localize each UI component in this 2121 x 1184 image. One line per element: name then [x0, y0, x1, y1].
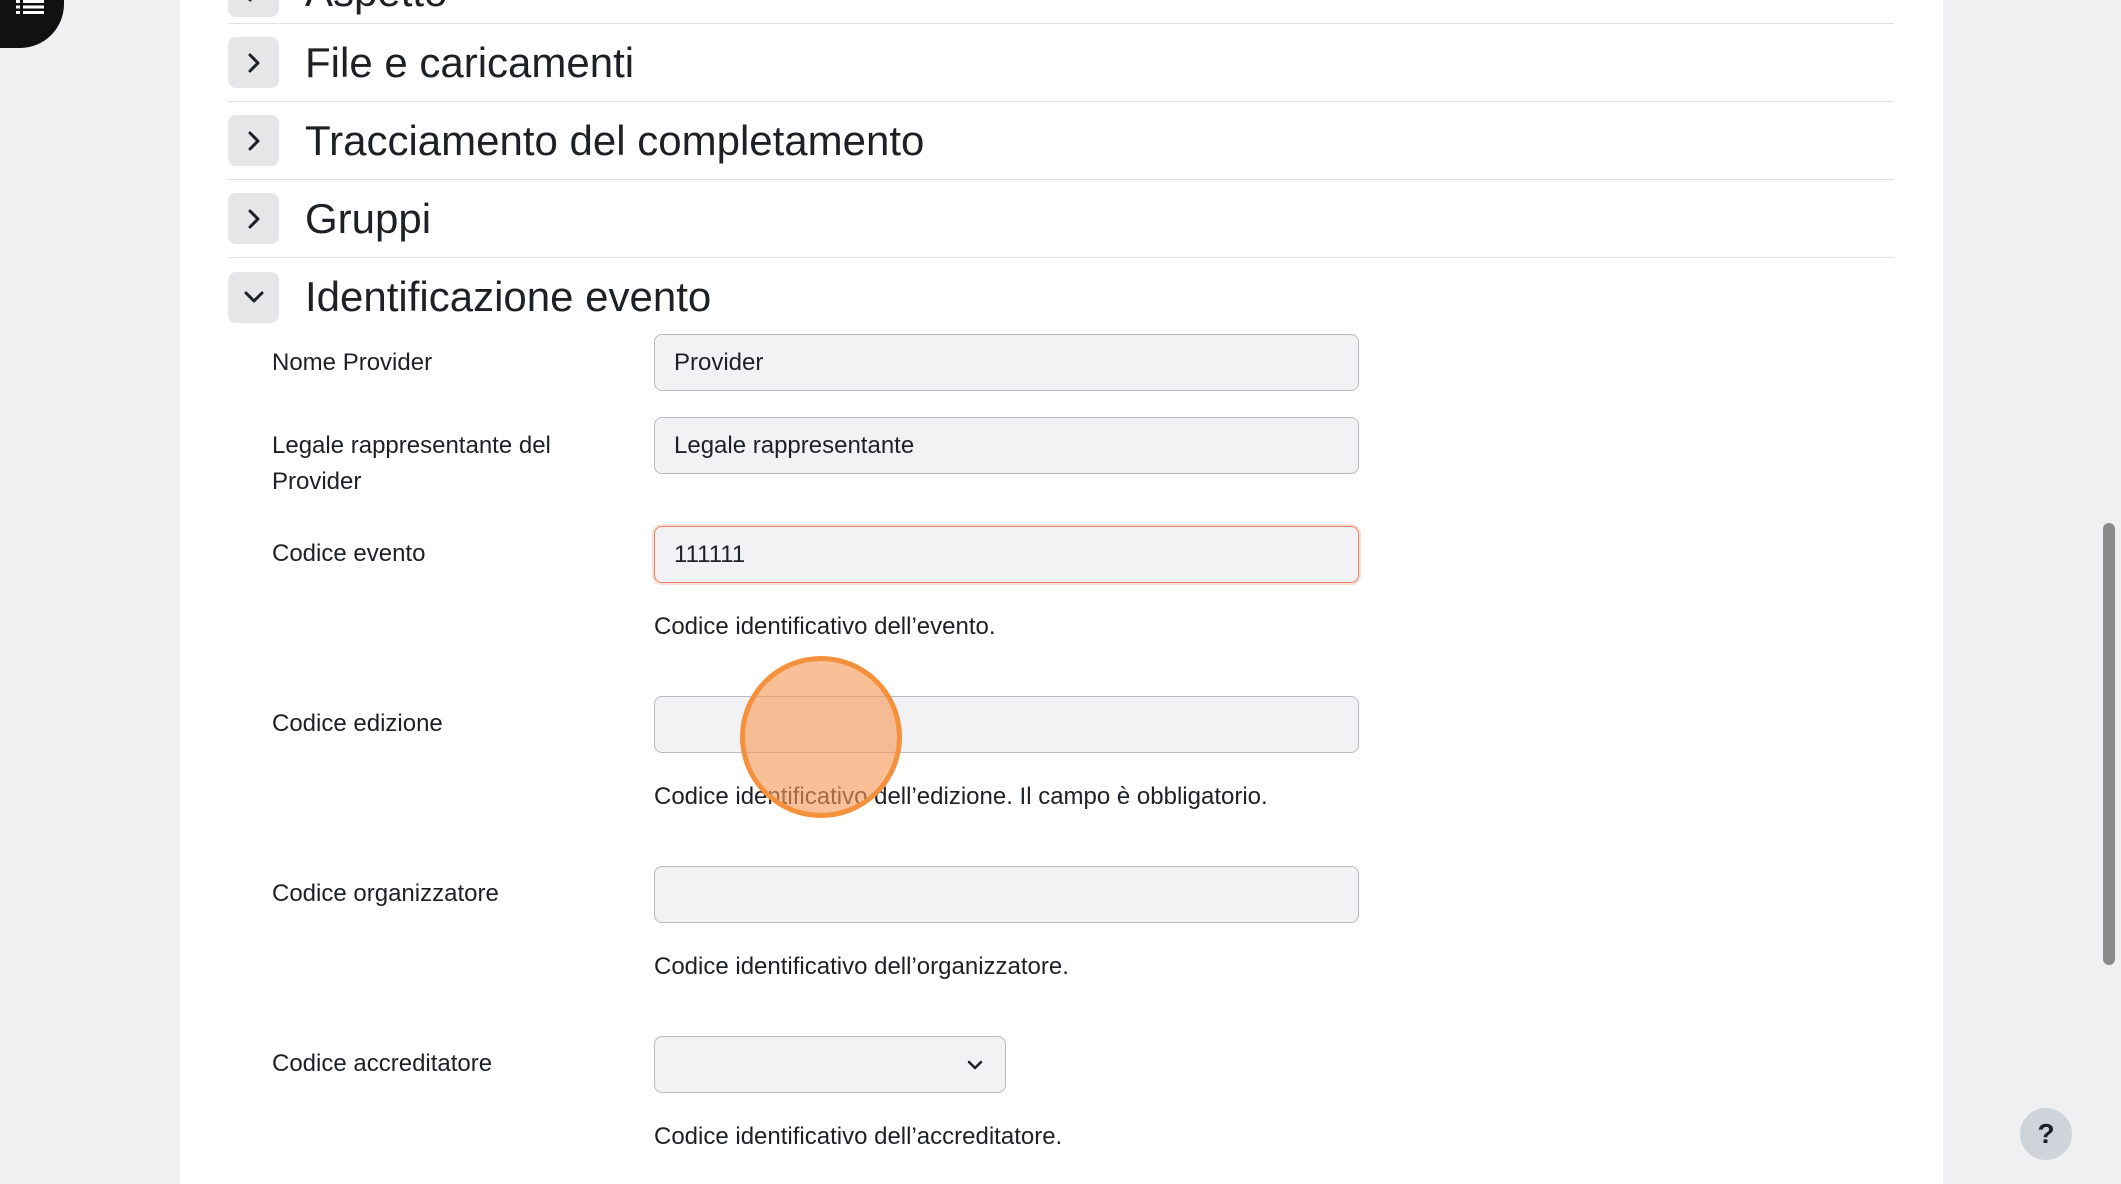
legal-rep-label: Legale rappresentante del Provider [272, 432, 551, 495]
event-code-help: Codice identificativo dell’evento. [654, 613, 996, 640]
organizer-code-input[interactable] [654, 866, 1359, 923]
chevron-down-icon [967, 1060, 983, 1070]
section-toggle-button[interactable] [228, 0, 279, 17]
accreditor-code-select[interactable] [654, 1036, 1006, 1093]
section-toggle-button[interactable] [228, 271, 279, 323]
section-files: File e caricamenti [228, 24, 1894, 102]
section-groups: Gruppi [228, 180, 1894, 258]
provider-name-input[interactable] [654, 334, 1359, 391]
section-appearance: Aspetto [228, 0, 1894, 24]
edition-code-label: Codice edizione [272, 710, 443, 737]
event-code-label: Codice evento [272, 540, 426, 567]
provider-name-label: Nome Provider [272, 349, 433, 376]
chevron-right-icon [248, 209, 259, 228]
section-completion: Tracciamento del completamento [228, 102, 1894, 180]
section-toggle-button[interactable] [228, 115, 279, 166]
edition-code-input[interactable] [654, 696, 1359, 753]
organizer-code-help: Codice identificativo dell’organizzatore… [654, 953, 1069, 980]
organizer-code-label: Codice organizzatore [272, 880, 499, 907]
scrollbar-thumb[interactable] [2103, 523, 2115, 965]
chevron-right-icon [248, 0, 252, 1]
section-title[interactable]: Tracciamento del completamento [305, 119, 924, 162]
legal-rep-input[interactable] [654, 417, 1359, 474]
section-toggle-button[interactable] [228, 193, 279, 244]
chevron-down-icon [244, 291, 263, 303]
section-event-identification: Identificazione evento [228, 258, 1894, 336]
help-button[interactable]: ? [2020, 1108, 2072, 1160]
accreditor-code-help: Codice identificativo dell’accreditatore… [654, 1123, 1063, 1150]
section-title: Aspetto [305, 0, 447, 13]
event-code-input[interactable] [654, 526, 1359, 583]
chevron-right-icon [248, 53, 259, 72]
list-icon [16, 0, 44, 14]
section-title[interactable]: Identificazione evento [305, 276, 711, 318]
accreditor-code-label: Codice accreditatore [272, 1050, 493, 1077]
section-title[interactable]: File e caricamenti [305, 41, 634, 84]
chevron-right-icon [248, 131, 259, 150]
course-index-toggle[interactable] [0, 0, 64, 48]
edition-code-help: Codice identificativo dell’edizione. Il … [654, 783, 1268, 810]
section-toggle-button[interactable] [228, 37, 279, 88]
section-title[interactable]: Gruppi [305, 197, 431, 240]
